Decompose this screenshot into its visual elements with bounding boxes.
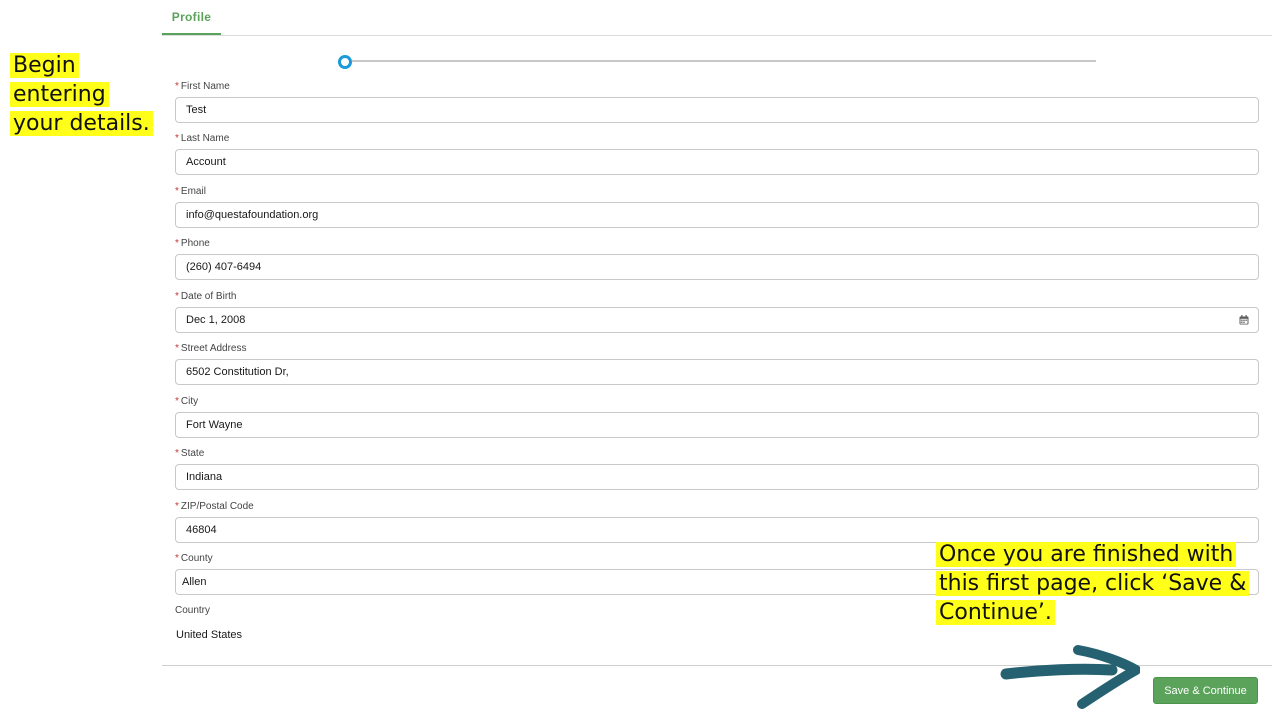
progress-track: [352, 60, 1096, 62]
date-of-birth-value: Dec 1, 2008: [186, 314, 246, 326]
field-label-text: Last Name: [180, 133, 230, 144]
field-label-text: Email: [180, 186, 206, 197]
required-marker: *: [175, 448, 179, 459]
field-label: * Street Address: [175, 342, 1259, 356]
field-label: * Email: [175, 185, 1259, 199]
annotation-line: Begin: [10, 53, 79, 78]
tab-profile[interactable]: Profile: [162, 0, 221, 35]
field-city: * City Fort Wayne: [175, 395, 1259, 438]
save-continue-button[interactable]: Save & Continue: [1153, 677, 1258, 704]
required-marker: *: [175, 81, 179, 92]
field-date-of-birth: * Date of Birth Dec 1, 2008: [175, 290, 1259, 333]
required-marker: *: [175, 291, 179, 302]
last-name-input[interactable]: Account: [175, 149, 1259, 175]
field-label: * City: [175, 395, 1259, 409]
street-address-input[interactable]: 6502 Constitution Dr,: [175, 359, 1259, 385]
annotation-line: Continue’.: [936, 600, 1055, 625]
field-label: * Date of Birth: [175, 290, 1259, 304]
date-of-birth-input[interactable]: Dec 1, 2008: [175, 307, 1259, 333]
field-label-text: City: [180, 396, 199, 407]
annotation-begin: Begin entering your details.: [10, 51, 153, 138]
field-label-text: First Name: [180, 81, 230, 92]
field-label: * Phone: [175, 237, 1259, 251]
annotation-line: entering: [10, 82, 109, 107]
field-label: * Last Name: [175, 132, 1259, 146]
field-label-text: ZIP/Postal Code: [180, 501, 254, 512]
annotation-line: this first page, click ‘Save &: [936, 571, 1250, 596]
field-last-name: * Last Name Account: [175, 132, 1259, 175]
field-label-text: Date of Birth: [180, 291, 237, 302]
field-email: * Email info@questafoundation.org: [175, 185, 1259, 228]
email-input[interactable]: info@questafoundation.org: [175, 202, 1259, 228]
field-label: * First Name: [175, 80, 1259, 94]
field-label: * ZIP/Postal Code: [175, 500, 1259, 514]
required-marker: *: [175, 501, 179, 512]
field-street-address: * Street Address 6502 Constitution Dr,: [175, 342, 1259, 385]
field-label-text: Street Address: [180, 343, 247, 354]
required-marker: *: [175, 186, 179, 197]
annotation-line: Once you are finished with: [936, 542, 1237, 567]
tab-bar: Profile: [162, 0, 1272, 36]
annotation-finish: Once you are finished with this first pa…: [936, 540, 1250, 627]
field-first-name: * First Name Test: [175, 80, 1259, 123]
field-state: * State Indiana: [175, 447, 1259, 490]
first-name-input[interactable]: Test: [175, 97, 1259, 123]
required-marker: *: [175, 396, 179, 407]
field-phone: * Phone (260) 407-6494: [175, 237, 1259, 280]
annotation-line: your details.: [10, 111, 153, 136]
field-label-text: Phone: [180, 238, 210, 249]
pointer-arrow-icon: [1000, 645, 1140, 709]
required-marker: *: [175, 553, 179, 564]
phone-input[interactable]: (260) 407-6494: [175, 254, 1259, 280]
country-value: United States: [176, 629, 243, 641]
city-input[interactable]: Fort Wayne: [175, 412, 1259, 438]
required-marker: *: [175, 133, 179, 144]
progress-step-indicator: [338, 55, 352, 69]
field-label-text: State: [180, 448, 205, 459]
country-label: Country: [175, 605, 211, 616]
state-input[interactable]: Indiana: [175, 464, 1259, 490]
field-label: * State: [175, 447, 1259, 461]
field-zip: * ZIP/Postal Code 46804: [175, 500, 1259, 543]
calendar-icon[interactable]: [1239, 315, 1249, 325]
required-marker: *: [175, 343, 179, 354]
field-label-text: County: [180, 553, 213, 564]
required-marker: *: [175, 238, 179, 249]
